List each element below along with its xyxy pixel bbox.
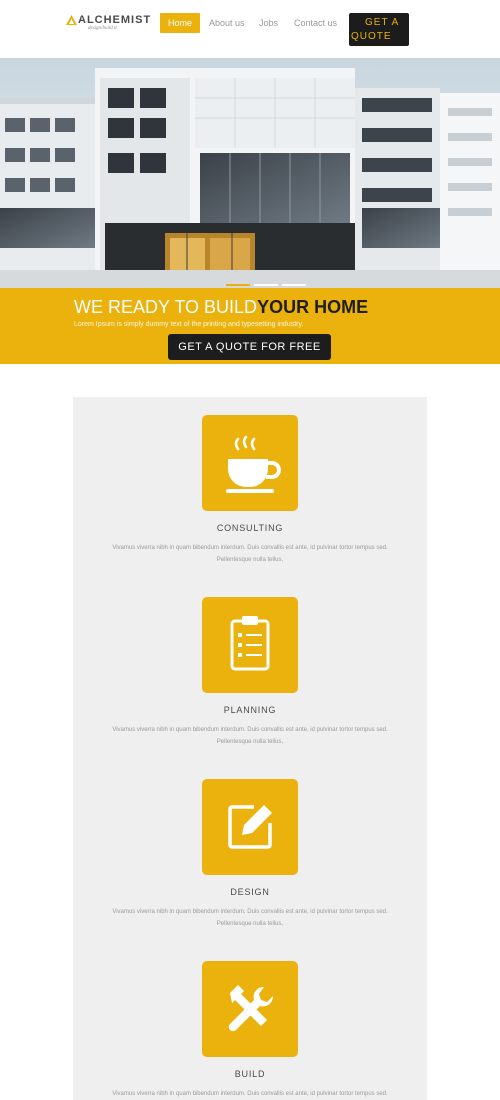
nav-contact-us[interactable]: Contact us [294, 13, 337, 33]
service-design: DESIGN Vivamus viverra nibh in quam bibe… [73, 779, 427, 949]
banner-title-dark: YOUR HOME [257, 297, 369, 317]
banner-title-light: WE READY TO BUILD [74, 297, 258, 317]
services-panel: CONSULTING Vivamus viverra nibh in quam … [73, 397, 427, 1100]
service-description-line2: Pellentesque nulla tellus, [216, 739, 284, 745]
hero-slider[interactable] [0, 58, 500, 288]
service-description-line1: Vivamus viverra nibh in quam bibendum in… [112, 545, 388, 551]
hero-banner: WE READY TO BUILDYOUR HOME Lorem Ipsum i… [0, 288, 500, 364]
service-title: CONSULTING [216, 523, 284, 533]
get-quote-free-button[interactable]: GET A QUOTE FOR FREE [168, 334, 331, 360]
logo[interactable]: ALCHEMIST design/build it [66, 14, 156, 36]
nav-jobs[interactable]: Jobs [259, 13, 278, 33]
service-tile[interactable] [202, 597, 298, 693]
logo-tagline: design/build it [88, 26, 117, 31]
nav-about-us[interactable]: About us [209, 13, 245, 33]
service-title: DESIGN [230, 887, 270, 897]
get-a-quote-line2: QUOTE [351, 31, 392, 42]
banner-title: WE READY TO BUILDYOUR HOME [74, 297, 368, 318]
tools-icon [228, 985, 274, 1032]
service-description-line2: Pellentesque nulla tellus, [216, 921, 284, 927]
service-description-line1: Vivamus viverra nibh in quam bibendum in… [112, 1091, 388, 1097]
service-tile[interactable] [202, 415, 298, 511]
nav-home[interactable]: Home [160, 13, 201, 33]
service-description-line1: Vivamus viverra nibh in quam bibendum in… [112, 727, 388, 733]
service-description: Vivamus viverra nibh in quam bibendum in… [73, 542, 427, 566]
service-consulting: CONSULTING Vivamus viverra nibh in quam … [73, 415, 427, 585]
slide-indicator-3[interactable] [282, 284, 306, 286]
service-description: Vivamus viverra nibh in quam bibendum in… [73, 906, 427, 930]
slide-indicator-1[interactable] [226, 284, 250, 286]
banner-subtitle: Lorem Ipsum is simply dummy text of the … [74, 321, 304, 328]
service-title: PLANNING [223, 705, 277, 715]
slide-indicator-2[interactable] [254, 284, 278, 286]
site-header: ALCHEMIST design/build it Home About us … [0, 0, 500, 58]
service-tile[interactable] [202, 961, 298, 1057]
clipboard-icon [230, 616, 270, 671]
get-a-quote-button[interactable]: GET A QUOTE [349, 13, 409, 46]
service-title: BUILD [234, 1069, 266, 1079]
edit-pencil-icon [228, 805, 272, 849]
service-description: Vivamus viverra nibh in quam bibendum in… [73, 1088, 427, 1100]
building-photo-icon [0, 58, 500, 288]
service-description-line2: Pellentesque nulla tellus, [216, 557, 284, 563]
slider-indicators[interactable] [226, 274, 306, 286]
service-tile[interactable] [202, 779, 298, 875]
service-planning: PLANNING Vivamus viverra nibh in quam bi… [73, 597, 427, 767]
logo-name: ALCHEMIST [78, 14, 152, 26]
page: ALCHEMIST design/build it Home About us … [0, 0, 500, 1100]
logo-triangle-icon [66, 15, 77, 25]
service-description-line1: Vivamus viverra nibh in quam bibendum in… [112, 909, 388, 915]
service-build: BUILD Vivamus viverra nibh in quam biben… [73, 961, 427, 1100]
get-a-quote-line1: GET A [365, 17, 400, 28]
coffee-cup-icon [226, 435, 281, 493]
service-description: Vivamus viverra nibh in quam bibendum in… [73, 724, 427, 748]
